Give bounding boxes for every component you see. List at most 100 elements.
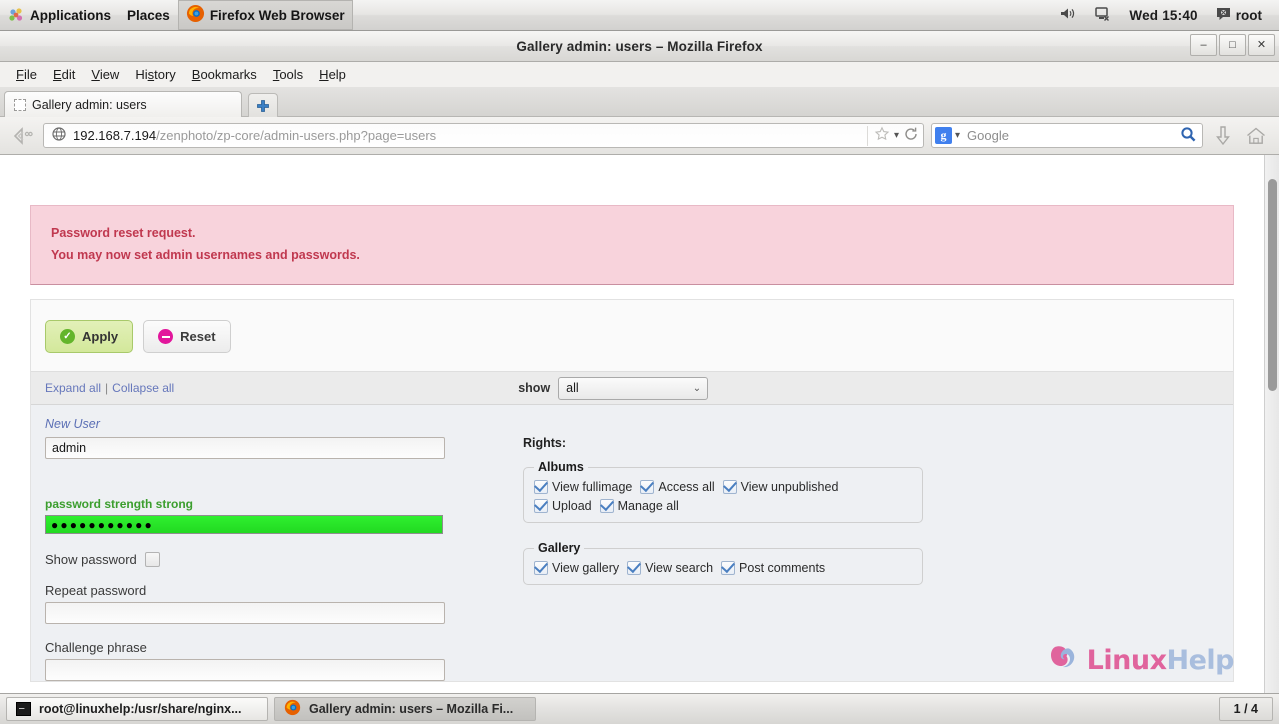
right-access-all[interactable]: Access all <box>640 480 715 494</box>
taskbar-item-label: Gallery admin: users – Mozilla Fi... <box>309 702 514 716</box>
home-icon[interactable] <box>1243 123 1269 149</box>
google-engine-icon[interactable]: g <box>935 127 952 144</box>
rights-row: Upload Manage all <box>534 499 912 513</box>
checkbox-checked-icon[interactable] <box>599 499 614 513</box>
right-upload[interactable]: Upload <box>534 499 592 513</box>
checkbox-checked-icon[interactable] <box>627 561 642 575</box>
menu-bookmarks[interactable]: Bookmarks <box>184 65 265 84</box>
scrollbar-thumb[interactable] <box>1268 179 1277 391</box>
menu-file[interactable]: File <box>8 65 45 84</box>
reset-button[interactable]: Reset <box>143 320 231 353</box>
checkbox-checked-icon[interactable] <box>534 561 548 575</box>
right-view-unpublished[interactable]: View unpublished <box>722 480 838 494</box>
menu-view[interactable]: View <box>83 65 127 84</box>
action-button-row: ✓ Apply Reset <box>31 300 1233 371</box>
user-form-left-column: New User admin password strength strong … <box>45 417 445 681</box>
taskbar-item-terminal[interactable]: root@linuxhelp:/usr/share/nginx... <box>6 697 268 721</box>
tab-gallery-admin-users[interactable]: Gallery admin: users <box>4 91 242 117</box>
site-identity-icon[interactable] <box>52 127 66 144</box>
show-password-checkbox[interactable] <box>144 552 160 567</box>
search-input[interactable]: Google <box>967 128 1180 143</box>
challenge-phrase-label: Challenge phrase <box>45 640 147 655</box>
firefox-icon <box>186 4 205 26</box>
linuxhelp-watermark: LinuxHelp <box>1046 640 1234 681</box>
search-engine-chevron-icon[interactable]: ▾ <box>955 130 960 141</box>
reload-icon[interactable] <box>903 126 919 145</box>
right-post-comments[interactable]: Post comments <box>721 561 825 575</box>
right-label: Post comments <box>739 561 826 575</box>
username-value: admin <box>52 441 87 455</box>
downloads-arrow-icon[interactable] <box>1210 123 1236 149</box>
minus-circle-icon <box>158 329 174 344</box>
right-label: Access all <box>658 480 715 494</box>
apply-button[interactable]: ✓ Apply <box>45 320 134 353</box>
places-menu[interactable]: Places <box>119 0 178 30</box>
right-view-gallery[interactable]: View gallery <box>534 561 619 575</box>
volume-indicator[interactable] <box>1050 0 1085 30</box>
workspace-switcher[interactable]: 1 / 4 <box>1218 697 1273 721</box>
show-filter-label: show <box>518 381 551 395</box>
clock[interactable]: Wed 15:40 <box>1120 0 1206 30</box>
url-host: 192.168.7.194 <box>73 128 157 143</box>
right-view-fullimage[interactable]: View fullimage <box>534 480 632 494</box>
places-menu-label: Places <box>127 7 170 23</box>
url-text: 192.168.7.194/zenphoto/zp-core/admin-use… <box>73 128 867 143</box>
show-filter-value: all <box>566 381 579 395</box>
back-arrow-icon[interactable] <box>10 123 36 149</box>
network-indicator[interactable] <box>1085 0 1120 30</box>
user-indicator-icon <box>1216 7 1231 24</box>
right-view-search[interactable]: View search <box>627 561 713 575</box>
password-input[interactable]: ●●●●●●●●●●● <box>45 515 443 534</box>
show-filter: show all ⌄ <box>518 376 709 400</box>
window-title: Gallery admin: users – Mozilla Firefox <box>516 38 763 54</box>
new-tab-button[interactable] <box>248 93 278 117</box>
checkbox-checked-icon[interactable] <box>721 561 736 575</box>
checkbox-checked-icon[interactable] <box>534 499 548 513</box>
rights-group-albums-legend: Albums <box>538 460 584 474</box>
rights-group-gallery-legend: Gallery <box>538 541 581 555</box>
checkbox-checked-icon[interactable] <box>640 480 655 494</box>
chevron-down-icon[interactable]: ▾ <box>894 130 899 141</box>
checkbox-checked-icon[interactable] <box>722 480 737 494</box>
tab-label: Gallery admin: users <box>32 97 147 112</box>
wordmark-linux: Linux <box>1086 645 1167 676</box>
firefox-window: Gallery admin: users – Mozilla Firefox –… <box>0 31 1279 693</box>
right-manage-all[interactable]: Manage all <box>599 499 679 513</box>
maximize-button[interactable]: □ <box>1219 34 1246 56</box>
right-label: View search <box>645 561 714 575</box>
alert-line-1: Password reset request. <box>51 226 196 240</box>
window-menu-firefox[interactable]: Firefox Web Browser <box>177 0 353 30</box>
collapse-all-link[interactable]: Collapse all <box>112 381 174 395</box>
address-bar[interactable]: 192.168.7.194/zenphoto/zp-core/admin-use… <box>43 123 924 148</box>
plus-icon <box>257 99 269 112</box>
taskbar-right-tray: 1 / 4 <box>1218 694 1279 724</box>
chevron-down-icon: ⌄ <box>692 382 702 394</box>
taskbar-item-firefox[interactable]: Gallery admin: users – Mozilla Fi... <box>274 697 536 721</box>
close-button[interactable]: ✕ <box>1248 34 1275 56</box>
magnifier-icon[interactable] <box>1180 126 1197 146</box>
right-label: Manage all <box>617 499 679 513</box>
menu-tools[interactable]: Tools <box>265 65 311 84</box>
checkbox-checked-icon[interactable] <box>534 480 548 494</box>
terminal-icon <box>16 700 31 716</box>
challenge-phrase-input[interactable] <box>45 659 445 681</box>
rights-group-gallery: Gallery View gallery View search Post co… <box>523 541 923 585</box>
wordmark-help: Help <box>1166 645 1235 676</box>
user-label: root <box>1235 7 1262 23</box>
username-input[interactable]: admin <box>45 437 445 459</box>
page-scrollbar[interactable] <box>1264 155 1279 693</box>
expand-all-link[interactable]: Expand all <box>45 381 101 395</box>
rights-title: Rights: <box>523 436 567 450</box>
repeat-password-label: Repeat password <box>45 583 147 598</box>
applications-menu[interactable]: Applications <box>0 0 119 30</box>
search-bar[interactable]: g ▾ Google <box>931 123 1203 148</box>
menu-help[interactable]: Help <box>311 65 354 84</box>
star-icon[interactable] <box>874 126 890 145</box>
menu-edit[interactable]: Edit <box>45 65 83 84</box>
minimize-button[interactable]: – <box>1190 34 1217 56</box>
menu-history[interactable]: History <box>127 65 183 84</box>
show-filter-select[interactable]: all ⌄ <box>558 376 709 400</box>
user-menu[interactable]: root <box>1207 0 1271 30</box>
list-tools-bar: Expand all | Collapse all show all ⌄ <box>31 371 1233 405</box>
repeat-password-input[interactable] <box>45 602 445 624</box>
